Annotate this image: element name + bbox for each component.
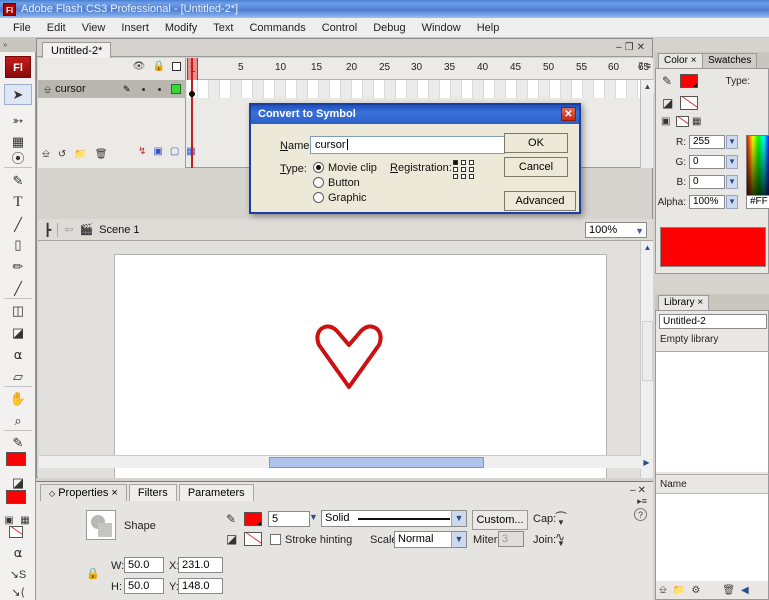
radio-button[interactable] [313,177,324,188]
radio-graphic-label[interactable]: Graphic [328,192,367,204]
type-label: Type: [280,163,307,175]
modal-overlay: Convert to Symbol ✕ Name: cursor Type: M… [0,0,769,600]
dialog-close-button[interactable]: ✕ [561,107,576,121]
symbol-name-input[interactable]: cursor [310,136,505,154]
dialog-title-bar: Convert to Symbol ✕ [251,105,579,124]
name-label: Name: [280,140,313,152]
dialog-title-text: Convert to Symbol [258,108,356,120]
registration-point-grid[interactable] [453,160,475,179]
cancel-button[interactable]: Cancel [504,157,568,177]
radio-movie-clip[interactable] [313,162,324,173]
registration-label: Registration: [390,162,452,174]
radio-graphic[interactable] [313,192,324,203]
ok-button[interactable]: OK [504,133,568,153]
radio-button-label[interactable]: Button [328,177,360,189]
flash-application-window: Fl Adobe Flash CS3 Professional - [Untit… [0,0,769,600]
convert-to-symbol-dialog: Convert to Symbol ✕ Name: cursor Type: M… [249,103,581,214]
advanced-button[interactable]: Advanced [504,191,576,211]
radio-movie-clip-label[interactable]: Movie clip [328,162,377,174]
symbol-name-value: cursor [315,139,346,151]
